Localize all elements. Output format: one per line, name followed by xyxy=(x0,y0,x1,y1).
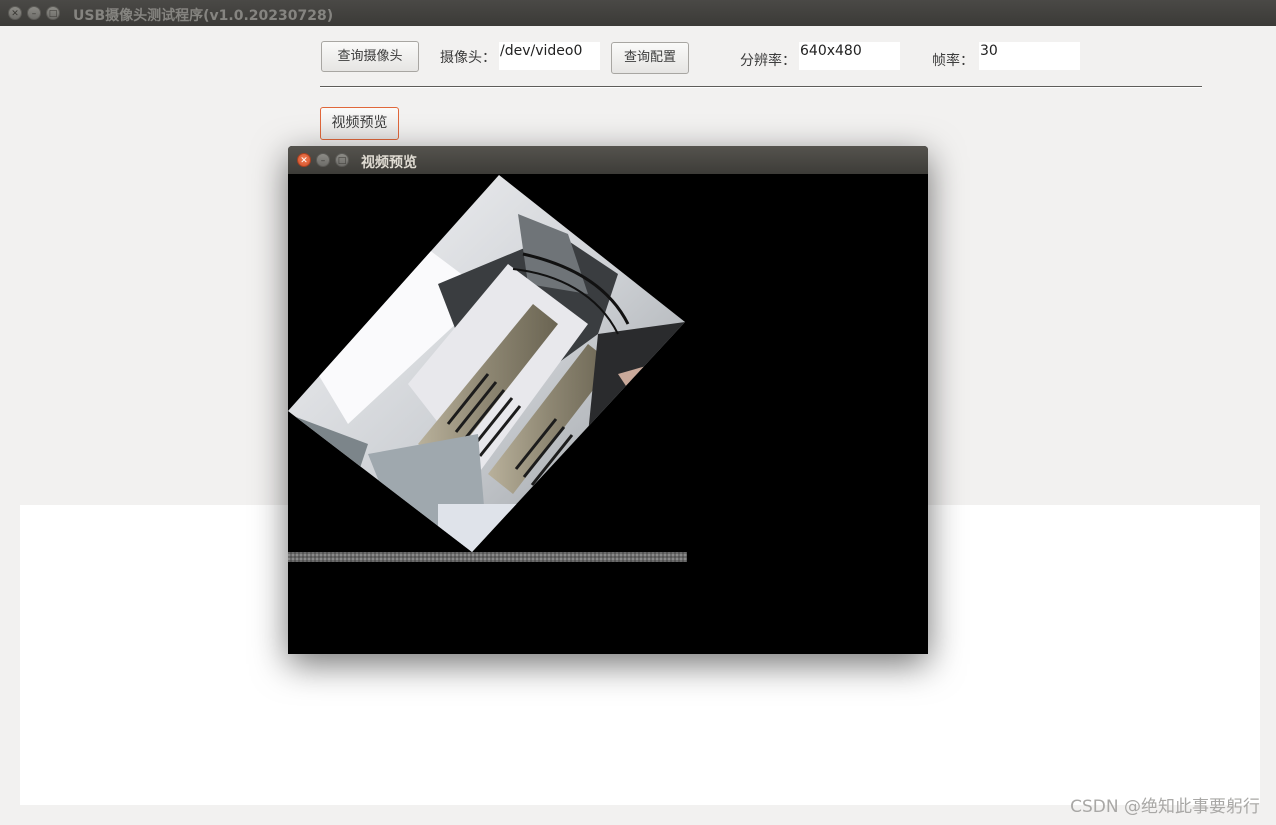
preview-window-title: 视频预览 xyxy=(361,155,417,171)
framerate-label: 帧率： xyxy=(932,53,974,69)
resolution-field[interactable]: 640x480 xyxy=(799,42,900,70)
minimize-icon[interactable]: – xyxy=(27,6,41,20)
toolbar-separator xyxy=(320,86,1202,88)
window-title: USB摄像头测试程序(v1.0.20230728) xyxy=(73,8,334,24)
query-config-button[interactable]: 查询配置 xyxy=(611,42,689,74)
framerate-field[interactable]: 30 xyxy=(979,42,1080,70)
watermark: CSDN @绝知此事要躬行 xyxy=(1070,797,1260,817)
query-camera-button[interactable]: 查询摄像头 xyxy=(321,41,419,72)
video-artifact-strip xyxy=(288,552,687,562)
close-icon[interactable]: ✕ xyxy=(297,153,311,167)
preview-window-titlebar[interactable]: ✕ – □ 视频预览 xyxy=(288,146,928,174)
minimize-icon[interactable]: – xyxy=(316,153,330,167)
video-preview-window[interactable]: ✕ – □ 视频预览 xyxy=(288,146,928,654)
maximize-icon[interactable]: □ xyxy=(46,6,60,20)
main-window-titlebar[interactable]: ✕ – □ USB摄像头测试程序(v1.0.20230728) xyxy=(0,0,1276,26)
video-preview-button[interactable]: 视频预览 xyxy=(320,107,399,140)
close-icon[interactable]: ✕ xyxy=(8,6,22,20)
camera-image xyxy=(288,175,685,552)
maximize-icon[interactable]: □ xyxy=(335,153,349,167)
resolution-label: 分辨率： xyxy=(740,53,796,69)
video-frame xyxy=(288,174,928,654)
camera-device-field[interactable]: /dev/video0 xyxy=(499,42,600,70)
camera-label: 摄像头： xyxy=(440,50,496,66)
